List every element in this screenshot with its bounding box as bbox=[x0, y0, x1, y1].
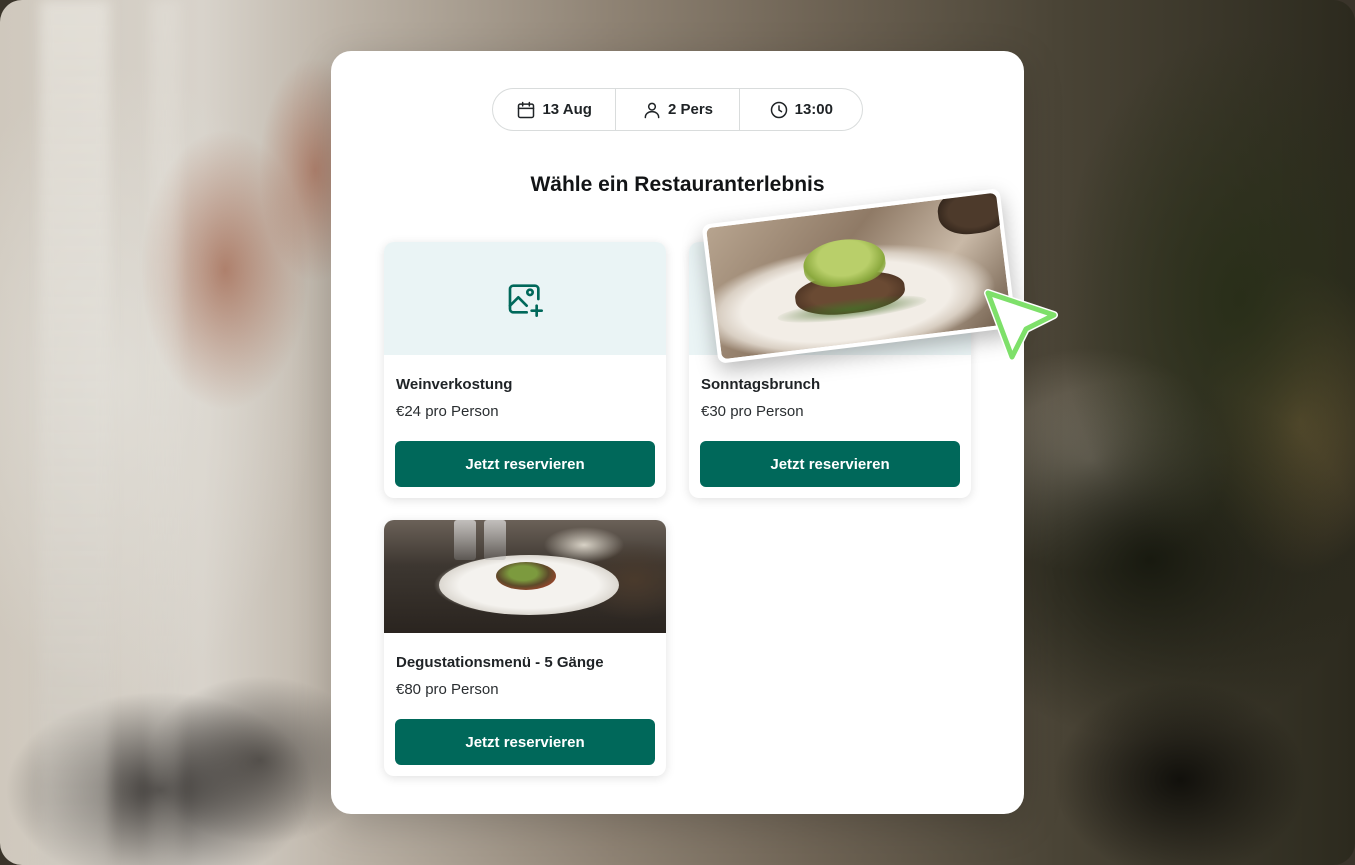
reserve-button[interactable]: Jetzt reservieren bbox=[700, 441, 960, 487]
date-filter-label: 13 Aug bbox=[542, 101, 592, 118]
food-shape bbox=[496, 562, 556, 590]
experience-title: Sonntagsbrunch bbox=[701, 376, 821, 393]
party-size-label: 2 Pers bbox=[667, 101, 714, 118]
background-column bbox=[150, 0, 180, 865]
time-filter[interactable]: 13:00 bbox=[740, 89, 862, 130]
booking-filters: 13 Aug 2 Pers 13:00 bbox=[492, 88, 863, 131]
experience-price: €30 pro Person bbox=[701, 403, 804, 420]
image-placeholder bbox=[384, 242, 666, 355]
time-filter-label: 13:00 bbox=[794, 101, 833, 118]
experience-card-tasting-menu[interactable]: Degustationsmenü - 5 Gänge €80 pro Perso… bbox=[384, 520, 666, 776]
clock-icon bbox=[770, 101, 787, 118]
page-title: Wähle ein Restauranterlebnis bbox=[530, 173, 825, 196]
party-size-filter[interactable]: 2 Pers bbox=[616, 89, 740, 130]
reserve-button[interactable]: Jetzt reservieren bbox=[395, 719, 655, 765]
experience-title: Degustationsmenü - 5 Gänge bbox=[396, 654, 604, 671]
experience-price: €24 pro Person bbox=[396, 403, 499, 420]
experience-price: €80 pro Person bbox=[396, 681, 499, 698]
calendar-icon bbox=[518, 101, 535, 118]
pointer-cursor-icon bbox=[984, 289, 1058, 361]
glass-shape bbox=[454, 520, 476, 560]
experience-picker-modal: 13 Aug 2 Pers 13:00 Wähle ein Restaurant… bbox=[331, 51, 1024, 814]
experience-title: Weinverkostung bbox=[396, 376, 513, 393]
bread-shape bbox=[935, 192, 1011, 238]
reserve-button[interactable]: Jetzt reservieren bbox=[395, 441, 655, 487]
date-filter[interactable]: 13 Aug bbox=[493, 89, 617, 130]
person-icon bbox=[644, 102, 660, 118]
image-add-icon bbox=[508, 283, 543, 317]
glass-shape bbox=[484, 520, 506, 560]
plated-dish-image bbox=[384, 520, 666, 633]
background-column bbox=[40, 0, 110, 865]
tasting-menu-photo bbox=[384, 520, 666, 633]
experience-card-wine-tasting[interactable]: Weinverkostung €24 pro Person Jetzt rese… bbox=[384, 242, 666, 498]
